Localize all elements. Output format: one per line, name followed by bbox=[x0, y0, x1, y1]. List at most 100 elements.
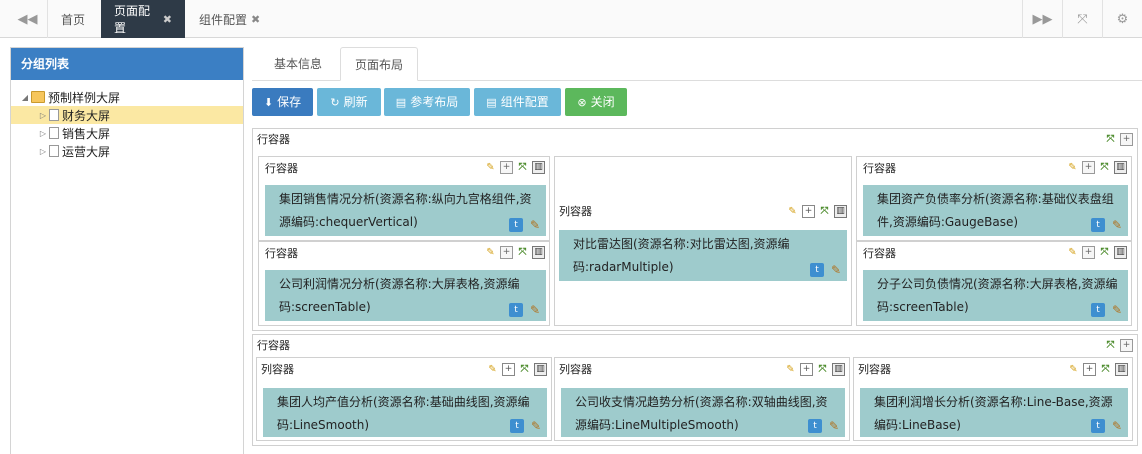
config-icon[interactable]: t bbox=[510, 419, 524, 433]
component-card[interactable]: 公司收支情况趋势分析(资源名称:双轴曲线图,资源编码:LineMultipleS… bbox=[561, 388, 845, 437]
tree-node-operations[interactable]: ▷ 运营大屏 bbox=[11, 142, 243, 160]
fit-icon[interactable]: ⤧ bbox=[1099, 363, 1112, 376]
config-icon[interactable]: t bbox=[808, 419, 822, 433]
tree-node-sales[interactable]: ▷ 销售大屏 bbox=[11, 124, 243, 142]
delete-icon[interactable]: ▥ bbox=[532, 246, 545, 259]
delete-icon[interactable]: ▥ bbox=[532, 161, 545, 174]
delete-icon[interactable]: ▥ bbox=[1114, 246, 1127, 259]
fit-icon[interactable]: ⤧ bbox=[816, 363, 829, 376]
fit-icon[interactable]: ⤧ bbox=[1104, 339, 1117, 352]
refresh-button[interactable]: ↻ 刷新 bbox=[317, 88, 381, 116]
user-edit-icon[interactable]: ✎ bbox=[829, 263, 843, 277]
column-container[interactable]: 列容器 ✎ + ⤧ ▥ 公司收支情况趋势分析(资源名称:双轴曲线图,资源编码:L… bbox=[554, 357, 850, 441]
scroll-tabs-right-icon[interactable]: ▶▶ bbox=[1022, 0, 1062, 38]
tab-home[interactable]: 首页 bbox=[48, 0, 98, 38]
column-container[interactable]: 列容器 ✎ + ⤧ ▥ 集团利润增长分析(资源名称:Line-Base,资源编码… bbox=[853, 357, 1133, 441]
edit-pencil-icon[interactable]: ✎ bbox=[486, 363, 499, 376]
edit-pencil-icon[interactable]: ✎ bbox=[484, 246, 497, 259]
nested-row-container[interactable]: 行容器 ✎ + ⤧ ▥ 公司利润情况分析(资源名称:大屏表格,资源编码:scre… bbox=[258, 241, 550, 326]
row-container-1[interactable]: 行容器 ⤧ + 行容器 ✎ + ⤧ ▥ 集团销售情况分析(资源名称:纵向九宫格组… bbox=[252, 128, 1138, 331]
edit-pencil-icon[interactable]: ✎ bbox=[784, 363, 797, 376]
config-icon[interactable]: t bbox=[1091, 218, 1105, 232]
column-container[interactable]: 列容器 ✎ + ⤧ ▥ 对比雷达图(资源名称:对比雷达图,资源编码:radarM… bbox=[554, 156, 852, 326]
fit-icon[interactable]: ⤧ bbox=[1098, 161, 1111, 174]
close-button[interactable]: ⊗ 关闭 bbox=[565, 88, 627, 116]
edit-pencil-icon[interactable]: ✎ bbox=[1066, 161, 1079, 174]
gear-icon[interactable]: ⚙ bbox=[1102, 0, 1142, 38]
fullscreen-icon[interactable]: ⤧ bbox=[1062, 0, 1102, 38]
tree-node-finance[interactable]: ▷ 财务大屏 bbox=[11, 106, 243, 124]
collapse-arrow-icon[interactable]: ▷ bbox=[37, 111, 49, 120]
close-tab-icon[interactable]: ✖ bbox=[163, 13, 172, 26]
user-edit-icon[interactable]: ✎ bbox=[529, 419, 543, 433]
delete-icon[interactable]: ▥ bbox=[832, 363, 845, 376]
user-edit-icon[interactable]: ✎ bbox=[1110, 218, 1124, 232]
add-column-icon[interactable]: + bbox=[1083, 363, 1096, 376]
config-icon[interactable]: t bbox=[1091, 303, 1105, 317]
add-column-icon[interactable]: + bbox=[502, 363, 515, 376]
circle-x-icon: ⊗ bbox=[577, 96, 587, 109]
component-config-button[interactable]: ▤ 组件配置 bbox=[474, 88, 561, 116]
component-card[interactable]: 集团销售情况分析(资源名称:纵向九宫格组件,资源编码:chequerVertic… bbox=[265, 185, 546, 236]
fit-icon[interactable]: ⤧ bbox=[1098, 246, 1111, 259]
scroll-tabs-left-icon[interactable]: ◀◀ bbox=[8, 0, 48, 38]
nested-row-container[interactable]: 行容器 ✎ + ⤧ ▥ 集团资产负债率分析(资源名称:基础仪表盘组件,资源编码:… bbox=[856, 156, 1132, 241]
fit-icon[interactable]: ⤧ bbox=[516, 161, 529, 174]
component-card[interactable]: 集团资产负债率分析(资源名称:基础仪表盘组件,资源编码:GaugeBase) t… bbox=[863, 185, 1128, 236]
delete-icon[interactable]: ▥ bbox=[1114, 161, 1127, 174]
component-card[interactable]: 对比雷达图(资源名称:对比雷达图,资源编码:radarMultiple) t ✎ bbox=[559, 230, 847, 281]
user-edit-icon[interactable]: ✎ bbox=[1110, 419, 1124, 433]
fit-icon[interactable]: ⤧ bbox=[516, 246, 529, 259]
edit-pencil-icon[interactable]: ✎ bbox=[484, 161, 497, 174]
top-tab-bar: ◀◀ 首页 页面配置 ✖ 组件配置 ✖ ▶▶ ⤧ ⚙ bbox=[0, 0, 1142, 38]
nested-row-container[interactable]: 行容器 ✎ + ⤧ ▥ 集团销售情况分析(资源名称:纵向九宫格组件,资源编码:c… bbox=[258, 156, 550, 241]
user-edit-icon[interactable]: ✎ bbox=[528, 303, 542, 317]
delete-icon[interactable]: ▥ bbox=[834, 205, 847, 218]
container-actions: ✎ + ⤧ ▥ bbox=[784, 363, 845, 376]
row-container-2[interactable]: 行容器 ⤧ + 列容器 ✎ + ⤧ ▥ 集团人均产值分析(资源名称:基础曲线图,… bbox=[252, 334, 1138, 446]
collapse-arrow-icon[interactable]: ▷ bbox=[37, 129, 49, 138]
component-card[interactable]: 集团利润增长分析(资源名称:Line-Base,资源编码:LineBase) t… bbox=[860, 388, 1128, 437]
tree-node-root[interactable]: ◢ 预制样例大屏 bbox=[11, 88, 243, 106]
edit-pencil-icon[interactable]: ✎ bbox=[786, 205, 799, 218]
user-edit-icon[interactable]: ✎ bbox=[827, 419, 841, 433]
tab-component-config[interactable]: 组件配置 ✖ bbox=[186, 0, 273, 38]
add-icon[interactable]: + bbox=[500, 161, 513, 174]
add-icon[interactable]: + bbox=[1082, 246, 1095, 259]
save-button[interactable]: ⬇ 保存 bbox=[252, 88, 313, 116]
tab-page-layout[interactable]: 页面布局 bbox=[340, 47, 419, 81]
config-icon[interactable]: t bbox=[1091, 419, 1105, 433]
fit-icon[interactable]: ⤧ bbox=[1104, 133, 1117, 146]
close-tab-icon[interactable]: ✖ bbox=[251, 13, 260, 26]
fit-icon[interactable]: ⤧ bbox=[518, 363, 531, 376]
add-column-icon[interactable]: + bbox=[802, 205, 815, 218]
expand-arrow-icon[interactable]: ◢ bbox=[19, 93, 31, 102]
delete-icon[interactable]: ▥ bbox=[1115, 363, 1128, 376]
edit-pencil-icon[interactable]: ✎ bbox=[1066, 246, 1079, 259]
container-label: 行容器 bbox=[265, 247, 298, 260]
collapse-arrow-icon[interactable]: ▷ bbox=[37, 147, 49, 156]
panel-title: 分组列表 bbox=[11, 48, 243, 80]
edit-pencil-icon[interactable]: ✎ bbox=[1067, 363, 1080, 376]
add-icon[interactable]: + bbox=[500, 246, 513, 259]
add-icon[interactable]: + bbox=[1120, 133, 1133, 146]
config-icon[interactable]: t bbox=[509, 218, 523, 232]
tab-page-config[interactable]: 页面配置 ✖ bbox=[101, 0, 185, 38]
nested-row-container[interactable]: 行容器 ✎ + ⤧ ▥ 分子公司负债情况(资源名称:大屏表格,资源编码:scre… bbox=[856, 241, 1132, 326]
user-edit-icon[interactable]: ✎ bbox=[528, 218, 542, 232]
delete-icon[interactable]: ▥ bbox=[534, 363, 547, 376]
component-card[interactable]: 公司利润情况分析(资源名称:大屏表格,资源编码:screenTable) t ✎ bbox=[265, 270, 546, 321]
fit-icon[interactable]: ⤧ bbox=[818, 205, 831, 218]
add-icon[interactable]: + bbox=[1120, 339, 1133, 352]
component-card[interactable]: 分子公司负债情况(资源名称:大屏表格,资源编码:screenTable) t ✎ bbox=[863, 270, 1128, 321]
add-column-icon[interactable]: + bbox=[800, 363, 813, 376]
component-card[interactable]: 集团人均产值分析(资源名称:基础曲线图,资源编码:LineSmooth) t ✎ bbox=[263, 388, 547, 437]
row-actions: ⤧ + bbox=[1104, 339, 1133, 352]
reference-layout-button[interactable]: ▤ 参考布局 bbox=[384, 88, 470, 116]
config-icon[interactable]: t bbox=[810, 263, 824, 277]
add-icon[interactable]: + bbox=[1082, 161, 1095, 174]
column-container[interactable]: 列容器 ✎ + ⤧ ▥ 集团人均产值分析(资源名称:基础曲线图,资源编码:Lin… bbox=[256, 357, 552, 441]
tab-basic-info[interactable]: 基本信息 bbox=[260, 47, 336, 81]
config-icon[interactable]: t bbox=[509, 303, 523, 317]
user-edit-icon[interactable]: ✎ bbox=[1110, 303, 1124, 317]
